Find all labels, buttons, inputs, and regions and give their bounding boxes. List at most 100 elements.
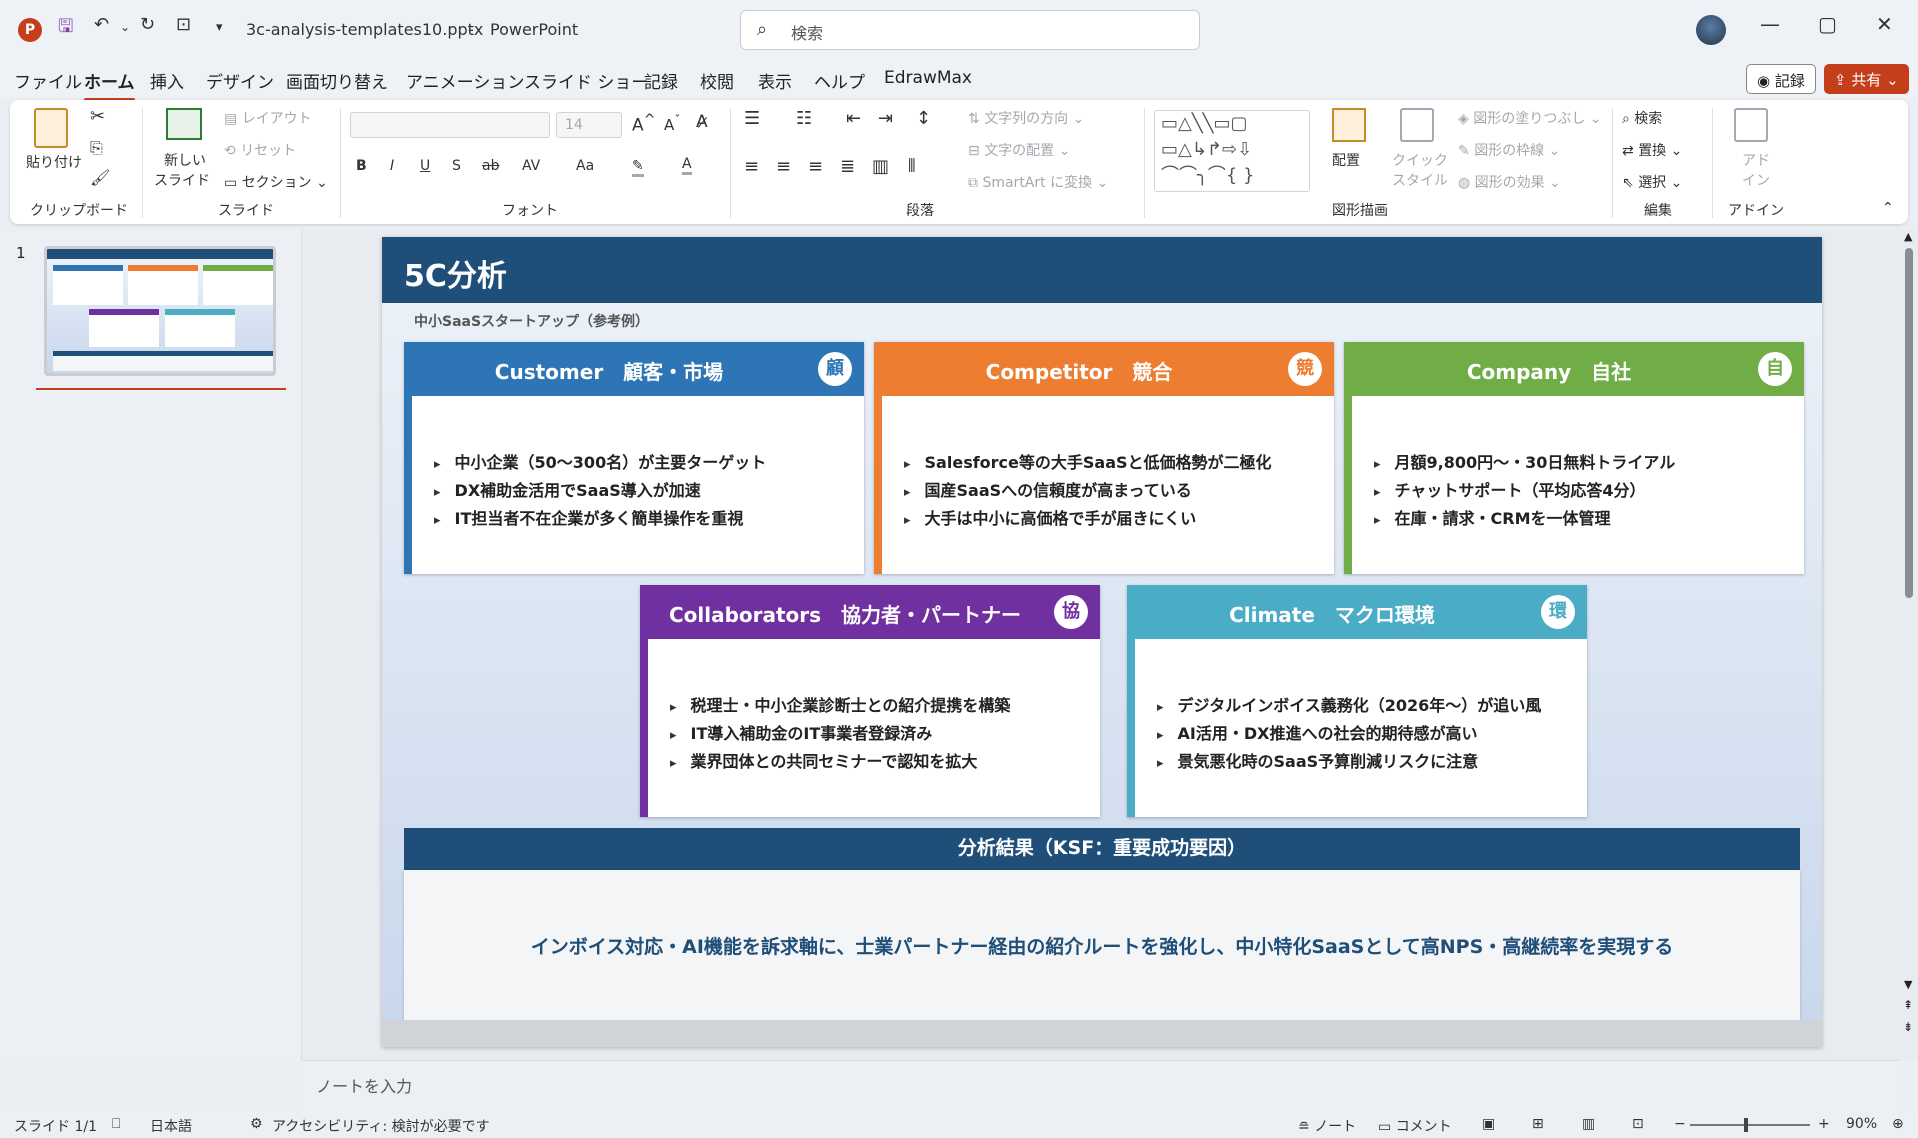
save-icon[interactable]: 🖫 xyxy=(58,14,73,44)
accessibility-icon[interactable]: ⚙ xyxy=(250,1116,263,1132)
change-case-button[interactable]: Aa xyxy=(576,158,594,174)
addins-icon[interactable] xyxy=(1734,108,1768,142)
justify-icon[interactable]: ≣ xyxy=(840,156,855,177)
slide-subtitle[interactable]: 中小SaaSスタートアップ（参考例） xyxy=(414,311,649,331)
new-slide-icon[interactable] xyxy=(166,108,202,140)
ksf-box[interactable]: インボイス対応・AI機能を訴求軸に、士業パートナー経由の紹介ルートを強化し、中小… xyxy=(404,870,1800,1020)
shape-fill-button[interactable]: ◈ 図形の塗りつぶし ⌄ xyxy=(1458,108,1602,128)
undo-dropdown-icon[interactable]: ⌄ xyxy=(120,20,130,34)
paste-label[interactable]: 貼り付け xyxy=(26,152,82,172)
find-button[interactable]: ⌕ 検索 xyxy=(1622,108,1662,128)
share-button[interactable]: ⇪ 共有 ⌄ xyxy=(1824,64,1909,94)
line-spacing-icon[interactable]: ↕ xyxy=(916,108,931,129)
underline-button[interactable]: U xyxy=(420,158,430,174)
undo-icon[interactable]: ↶ xyxy=(94,14,109,35)
zoom-out-icon[interactable]: − xyxy=(1674,1116,1686,1132)
text-direction-button[interactable]: ⇅ 文字列の方向 ⌄ xyxy=(968,108,1084,128)
arrange-icon[interactable] xyxy=(1332,108,1366,142)
customer-card[interactable]: Customer 顧客・市場 顧 中小企業（50〜300名）が主要ターゲット DX… xyxy=(404,342,864,574)
quick-styles-label-1[interactable]: クイック xyxy=(1392,150,1448,170)
search-box[interactable]: ⌕ 検索 xyxy=(740,10,1200,50)
font-color-button[interactable]: A xyxy=(682,156,692,175)
zoom-level[interactable]: 90% xyxy=(1846,1116,1877,1132)
cut-icon[interactable]: ✂ xyxy=(90,106,105,127)
numbering-icon[interactable]: ☷ xyxy=(796,108,812,129)
language-indicator[interactable]: 日本語 xyxy=(150,1116,192,1136)
addins-label-1[interactable]: アド xyxy=(1742,150,1770,170)
tab-home[interactable]: ホーム xyxy=(84,68,135,101)
reading-view-icon[interactable]: ▥ xyxy=(1582,1116,1595,1132)
align-center-icon[interactable]: ≡ xyxy=(776,156,791,177)
collapse-ribbon-icon[interactable]: ⌃ xyxy=(1882,200,1894,216)
notes-toggle[interactable]: ≘ ノート xyxy=(1298,1116,1356,1136)
shapes-gallery[interactable]: ▭△╲╲▭▢ ▭△↳↱⇨⇩ ⌒⌒╮⌒{ } xyxy=(1154,110,1310,192)
arrange-label[interactable]: 配置 xyxy=(1332,150,1360,170)
distributed-icon[interactable]: ▥ xyxy=(872,156,889,177)
paste-icon[interactable] xyxy=(34,108,68,148)
copy-icon[interactable]: ⎘ xyxy=(90,138,103,158)
align-text-button[interactable]: ⊟ 文字の配置 ⌄ xyxy=(968,140,1070,160)
reset-button[interactable]: ⟲ リセット xyxy=(224,140,296,160)
slideshow-view-icon[interactable]: ⊡ xyxy=(1632,1116,1644,1132)
char-spacing-button[interactable]: AV xyxy=(522,158,540,174)
format-painter-icon[interactable]: 🖌 xyxy=(90,168,110,187)
new-slide-label-1[interactable]: 新しい xyxy=(164,150,206,170)
slide-thumbnail[interactable] xyxy=(44,246,276,376)
company-card[interactable]: Company 自社 自 月額9,800円〜・30日無料トライアル チャットサポー… xyxy=(1344,342,1804,574)
customize-qat-icon[interactable]: ▾ xyxy=(216,20,223,35)
competitor-card[interactable]: Competitor 競合 競 Salesforce等の大手SaaSと低価格勢が二… xyxy=(874,342,1334,574)
section-button[interactable]: ▭ セクション ⌄ xyxy=(224,172,328,192)
decrease-font-icon[interactable]: Aˇ xyxy=(664,112,681,134)
redo-icon[interactable]: ↻ xyxy=(140,14,155,35)
tab-animations[interactable]: アニメーション xyxy=(406,68,524,93)
tab-help[interactable]: ヘルプ xyxy=(814,68,865,93)
clear-format-icon[interactable]: A̷ xyxy=(696,112,708,132)
italic-button[interactable]: I xyxy=(390,158,394,174)
tab-record[interactable]: 記録 xyxy=(644,68,678,93)
align-right-icon[interactable]: ≡ xyxy=(808,156,823,177)
close-button[interactable]: ✕ xyxy=(1876,12,1893,36)
tab-transitions[interactable]: 画面切り替え xyxy=(286,68,388,93)
scroll-down-icon[interactable]: ▼ xyxy=(1904,978,1912,991)
tab-design[interactable]: デザイン xyxy=(206,68,274,93)
layout-button[interactable]: ▤ レイアウト xyxy=(224,108,312,128)
columns-icon[interactable]: ⫴ xyxy=(908,156,916,177)
ksf-header[interactable]: 分析結果（KSF：重要成功要因） xyxy=(404,828,1800,870)
maximize-button[interactable]: ▢ xyxy=(1818,12,1837,36)
scroll-up-icon[interactable]: ▲ xyxy=(1904,230,1912,243)
fit-to-window-icon[interactable]: ⊕ xyxy=(1892,1116,1904,1132)
prev-slide-icon[interactable]: ⇞ xyxy=(1903,998,1913,1012)
slideshow-icon[interactable]: ⊡ xyxy=(176,14,191,35)
increase-indent-icon[interactable]: ⇥ xyxy=(878,108,893,129)
strikethrough-button[interactable]: ab xyxy=(482,158,499,174)
collaborators-card[interactable]: Collaborators 協力者・パートナー 協 税理士・中小企業診断士との紹介… xyxy=(640,585,1100,817)
slide-sorter-icon[interactable]: ⊞ xyxy=(1532,1116,1544,1132)
minimize-button[interactable]: — xyxy=(1760,12,1780,36)
bold-button[interactable]: B xyxy=(356,158,367,174)
avatar[interactable] xyxy=(1696,15,1726,45)
slide[interactable]: 5C分析 中小SaaSスタートアップ（参考例） Customer 顧客・市場 顧 … xyxy=(382,237,1822,1047)
tab-edrawmax[interactable]: EdrawMax xyxy=(884,68,972,88)
tab-view[interactable]: 表示 xyxy=(758,68,792,93)
tab-slideshow[interactable]: スライド ショー xyxy=(524,68,648,93)
new-slide-label-2[interactable]: スライド xyxy=(154,170,210,190)
quick-styles-icon[interactable] xyxy=(1400,108,1434,142)
zoom-in-icon[interactable]: + xyxy=(1818,1116,1830,1132)
comments-toggle[interactable]: ▭ コメント xyxy=(1378,1116,1452,1136)
shape-effects-button[interactable]: ◍ 図形の効果 ⌄ xyxy=(1458,172,1561,192)
increase-font-icon[interactable]: A^ xyxy=(632,112,656,136)
zoom-slider[interactable] xyxy=(1690,1124,1810,1126)
notes-pane[interactable]: ノートを入力 xyxy=(302,1060,1900,1112)
replace-button[interactable]: ⇄ 置換 ⌄ xyxy=(1622,140,1682,160)
climate-card[interactable]: Climate マクロ環境 環 デジタルインボイス義務化（2026年〜）が追い風 … xyxy=(1127,585,1587,817)
font-size-field[interactable]: 14 xyxy=(556,112,622,138)
select-button[interactable]: ⇖ 選択 ⌄ xyxy=(1622,172,1682,192)
scroll-thumb[interactable] xyxy=(1905,248,1913,598)
shape-outline-button[interactable]: ✎ 図形の枠線 ⌄ xyxy=(1458,140,1560,160)
normal-view-icon[interactable]: ▣ xyxy=(1482,1116,1495,1132)
font-name-field[interactable] xyxy=(350,112,550,138)
next-slide-icon[interactable]: ⇟ xyxy=(1903,1020,1913,1034)
tab-file[interactable]: ファイル xyxy=(14,68,82,93)
tab-review[interactable]: 校閲 xyxy=(700,68,734,93)
spellcheck-icon[interactable]: ⎕ xyxy=(112,1116,120,1132)
